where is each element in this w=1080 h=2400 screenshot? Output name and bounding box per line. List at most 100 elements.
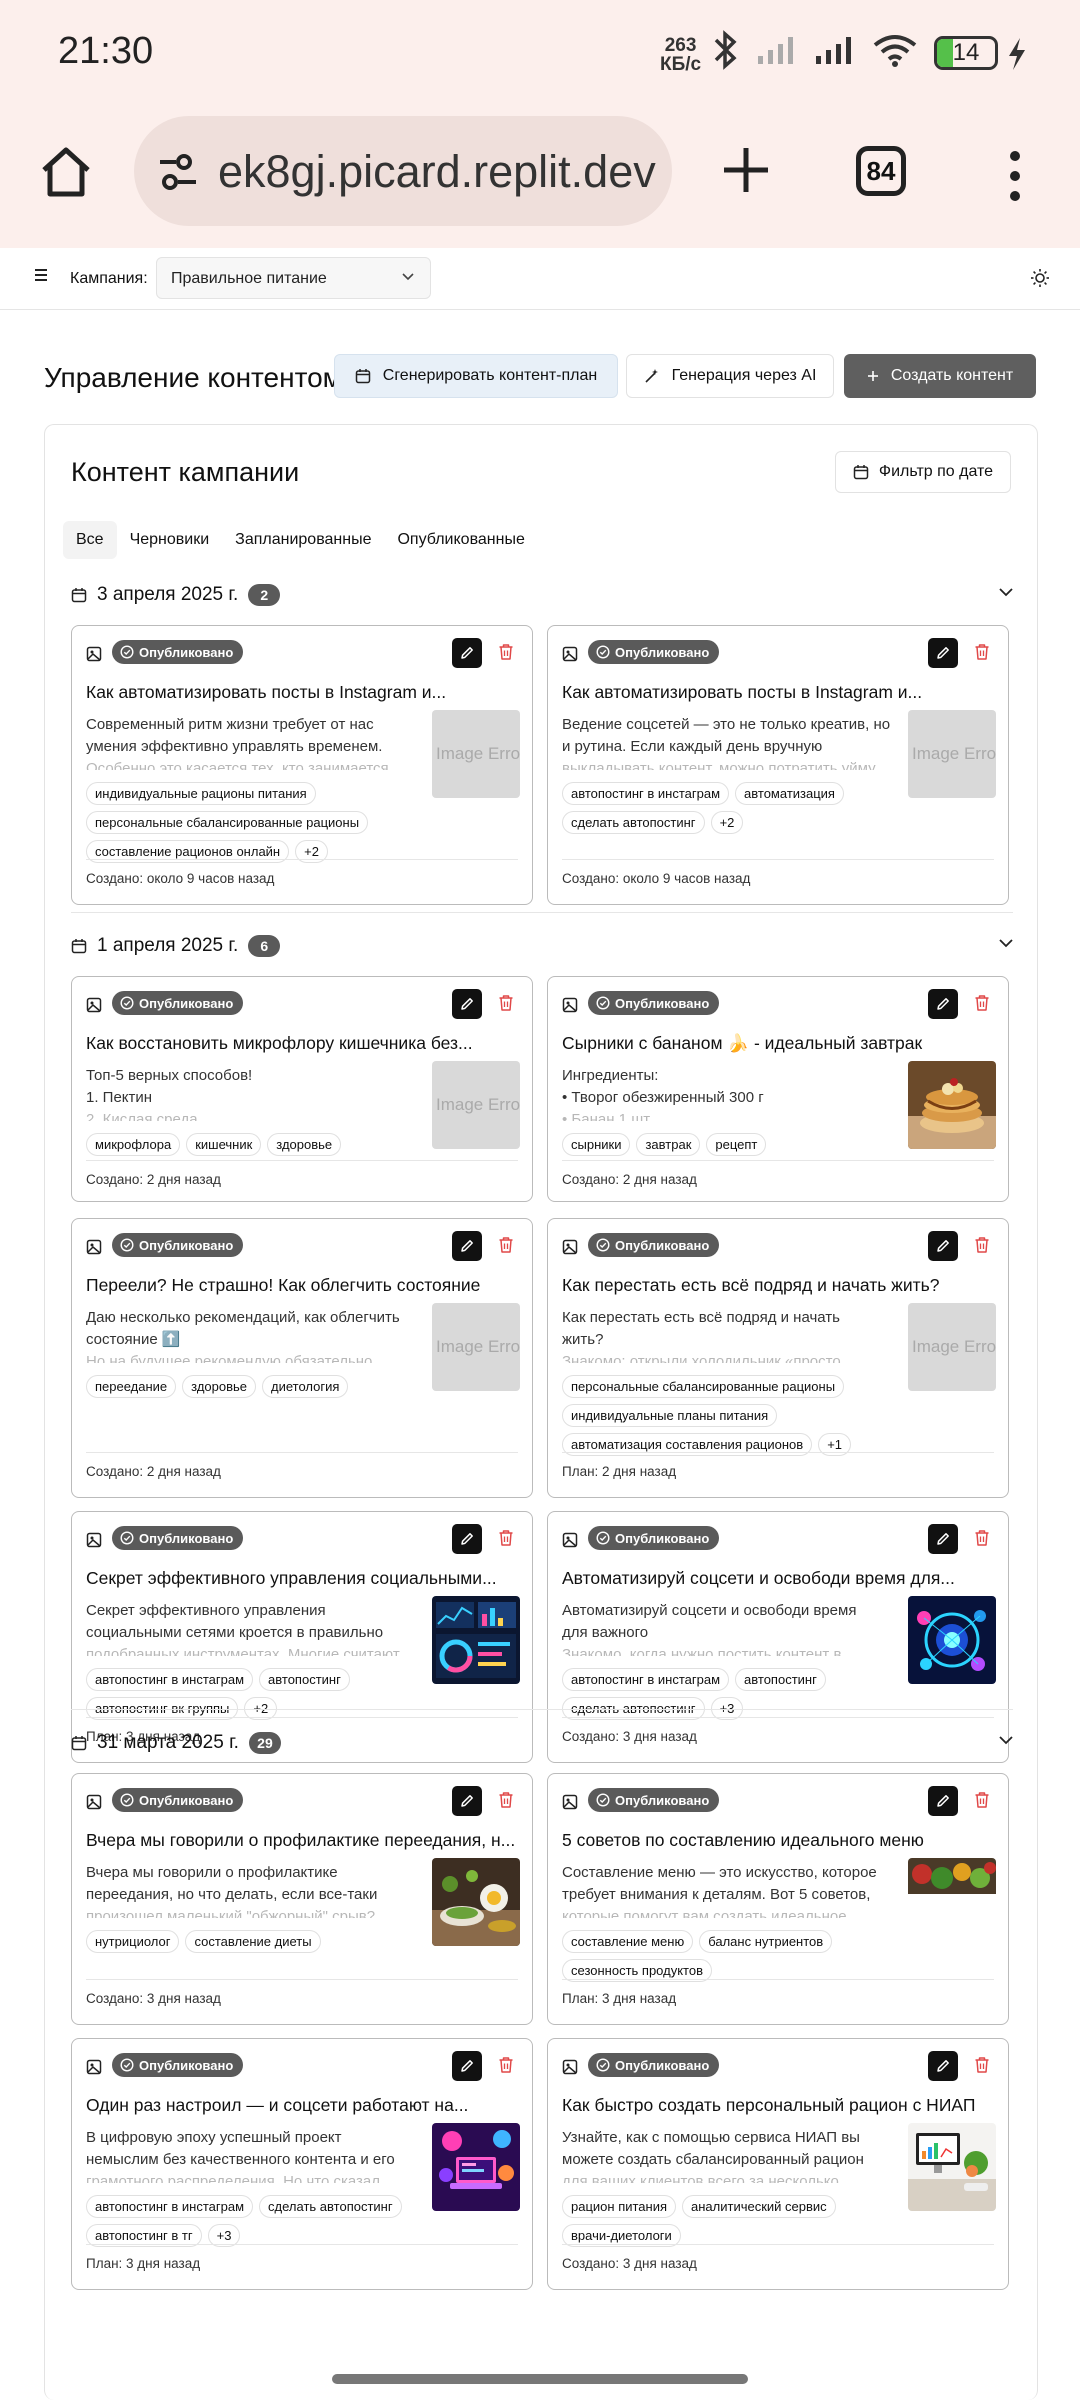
- card-title[interactable]: Автоматизируй соцсети и освободи время д…: [562, 1568, 994, 1589]
- edit-button[interactable]: [928, 1524, 958, 1554]
- date-group-header[interactable]: 31 марта 2025 г. 29: [71, 1723, 1013, 1763]
- tag-chip[interactable]: рецепт: [706, 1133, 767, 1156]
- content-card[interactable]: Опубликовано Сырники с бананом 🍌 - идеал…: [547, 976, 1009, 1202]
- new-tab-icon[interactable]: [716, 140, 776, 200]
- delete-icon[interactable]: [974, 1236, 990, 1254]
- edit-button[interactable]: [452, 1231, 482, 1261]
- tag-chip[interactable]: автопостинг: [259, 1668, 350, 1691]
- hamburger-menu-icon[interactable]: [34, 268, 48, 282]
- create-content-button[interactable]: Создать контент: [844, 354, 1036, 398]
- tag-chip[interactable]: автопостинг в инстаграм: [86, 1668, 254, 1691]
- tag-chip[interactable]: автопостинг: [735, 1668, 826, 1691]
- card-title[interactable]: Секрет эффективного управления социальны…: [86, 1568, 518, 1589]
- tag-chip[interactable]: +2: [710, 811, 744, 834]
- edit-button[interactable]: [928, 2051, 958, 2081]
- theme-toggle-icon[interactable]: [1030, 268, 1050, 288]
- delete-icon[interactable]: [974, 643, 990, 661]
- content-card[interactable]: Опубликовано 5 советов по составлению ид…: [547, 1773, 1009, 2025]
- card-title[interactable]: Переели? Не страшно! Как облегчить состо…: [86, 1275, 518, 1296]
- edit-button[interactable]: [928, 989, 958, 1019]
- edit-button[interactable]: [928, 1786, 958, 1816]
- delete-icon[interactable]: [498, 1236, 514, 1254]
- edit-button[interactable]: [928, 1231, 958, 1261]
- address-bar[interactable]: ek8gj.picard.replit.dev: [134, 116, 672, 226]
- date-group-header[interactable]: 3 апреля 2025 г. 2: [71, 575, 1013, 615]
- tab-scheduled[interactable]: Запланированные: [222, 521, 384, 559]
- tag-chip[interactable]: сделать автопостинг: [562, 811, 705, 834]
- tag-chip[interactable]: сделать автопостинг: [259, 2195, 402, 2218]
- card-title[interactable]: Как перестать есть всё подряд и начать ж…: [562, 1275, 994, 1296]
- content-card[interactable]: Опубликовано Как быстро создать персонал…: [547, 2038, 1009, 2290]
- tab-all[interactable]: Все: [63, 521, 117, 559]
- tag-chip[interactable]: баланс нутриентов: [699, 1930, 833, 1953]
- delete-icon[interactable]: [498, 994, 514, 1012]
- chevron-down-icon[interactable]: [999, 939, 1013, 948]
- delete-icon[interactable]: [498, 643, 514, 661]
- delete-icon[interactable]: [974, 1791, 990, 1809]
- home-icon[interactable]: [36, 142, 96, 202]
- tag-chip[interactable]: составление диеты: [185, 1930, 321, 1953]
- tag-chip[interactable]: автопостинг в инстаграм: [562, 782, 730, 805]
- ai-generation-button[interactable]: Генерация через AI: [626, 354, 834, 398]
- content-card[interactable]: Опубликовано Один раз настроил — и соцсе…: [71, 2038, 533, 2290]
- card-title[interactable]: Один раз настроил — и соцсети работают н…: [86, 2095, 518, 2116]
- content-card[interactable]: Опубликовано Как перестать есть всё подр…: [547, 1218, 1009, 1498]
- tag-chip[interactable]: персональные сбалансированные рационы: [86, 811, 369, 834]
- delete-icon[interactable]: [974, 2056, 990, 2074]
- tag-chip[interactable]: индивидуальные планы питания: [562, 1404, 778, 1427]
- edit-button[interactable]: [452, 1786, 482, 1816]
- date-group-header[interactable]: 1 апреля 2025 г. 6: [71, 926, 1013, 966]
- site-settings-icon[interactable]: [156, 150, 200, 194]
- delete-icon[interactable]: [974, 1529, 990, 1547]
- tag-chip[interactable]: автопостинг в инстаграм: [562, 1668, 730, 1691]
- more-menu-icon[interactable]: [1000, 146, 1030, 206]
- tag-chip[interactable]: завтрак: [636, 1133, 701, 1156]
- card-title[interactable]: Сырники с бананом 🍌 - идеальный завтрак: [562, 1033, 994, 1054]
- tag-chip[interactable]: персональные сбалансированные рационы: [562, 1375, 845, 1398]
- date-filter-button[interactable]: Фильтр по дате: [835, 451, 1011, 493]
- tag-chip[interactable]: диетология: [262, 1375, 349, 1398]
- generate-plan-button[interactable]: Сгенерировать контент-план: [334, 354, 618, 398]
- chevron-down-icon[interactable]: [999, 588, 1013, 597]
- tag-chip[interactable]: здоровье: [182, 1375, 257, 1398]
- card-title[interactable]: Как автоматизировать посты в Instagram и…: [86, 682, 518, 703]
- tag-chip[interactable]: сырники: [562, 1133, 631, 1156]
- tag-chip[interactable]: здоровье: [267, 1133, 342, 1156]
- tag-chip[interactable]: нутрициолог: [86, 1930, 180, 1953]
- content-card[interactable]: Опубликовано Как автоматизировать посты …: [547, 625, 1009, 905]
- tag-chip[interactable]: рацион питания: [562, 2195, 677, 2218]
- tag-chip[interactable]: кишечник: [186, 1133, 262, 1156]
- chevron-down-icon[interactable]: [999, 1736, 1013, 1745]
- tag-chip[interactable]: переедание: [86, 1375, 177, 1398]
- edit-button[interactable]: [452, 1524, 482, 1554]
- edit-button[interactable]: [452, 989, 482, 1019]
- content-card[interactable]: Опубликовано Вчера мы говорили о профила…: [71, 1773, 533, 2025]
- delete-icon[interactable]: [498, 1529, 514, 1547]
- delete-icon[interactable]: [974, 994, 990, 1012]
- content-card[interactable]: Опубликовано Как автоматизировать посты …: [71, 625, 533, 905]
- delete-icon[interactable]: [498, 2056, 514, 2074]
- gesture-nav-bar[interactable]: [332, 2374, 748, 2384]
- card-title[interactable]: 5 советов по составлению идеального меню: [562, 1830, 994, 1851]
- tab-switcher-button[interactable]: 84: [856, 146, 906, 196]
- card-title[interactable]: Как быстро создать персональный рацион с…: [562, 2095, 994, 2116]
- edit-button[interactable]: [452, 638, 482, 668]
- card-image: [908, 1061, 996, 1149]
- tab-drafts[interactable]: Черновики: [117, 521, 223, 559]
- edit-button[interactable]: [928, 638, 958, 668]
- tag-chip[interactable]: аналитический сервис: [682, 2195, 836, 2218]
- campaign-select[interactable]: Правильное питание: [156, 257, 431, 299]
- tag-chip[interactable]: составление меню: [562, 1930, 694, 1953]
- content-card[interactable]: Опубликовано Как восстановить микрофлору…: [71, 976, 533, 1202]
- delete-icon[interactable]: [498, 1791, 514, 1809]
- edit-button[interactable]: [452, 2051, 482, 2081]
- card-title[interactable]: Как восстановить микрофлору кишечника бе…: [86, 1033, 518, 1054]
- tag-chip[interactable]: микрофлора: [86, 1133, 181, 1156]
- card-title[interactable]: Вчера мы говорили о профилактике перееда…: [86, 1830, 518, 1851]
- tag-chip[interactable]: индивидуальные рационы питания: [86, 782, 316, 805]
- card-title[interactable]: Как автоматизировать посты в Instagram и…: [562, 682, 994, 703]
- tab-published[interactable]: Опубликованные: [384, 521, 537, 559]
- content-card[interactable]: Опубликовано Переели? Не страшно! Как об…: [71, 1218, 533, 1498]
- tag-chip[interactable]: автопостинг в инстаграм: [86, 2195, 254, 2218]
- tag-chip[interactable]: автоматизация: [735, 782, 844, 805]
